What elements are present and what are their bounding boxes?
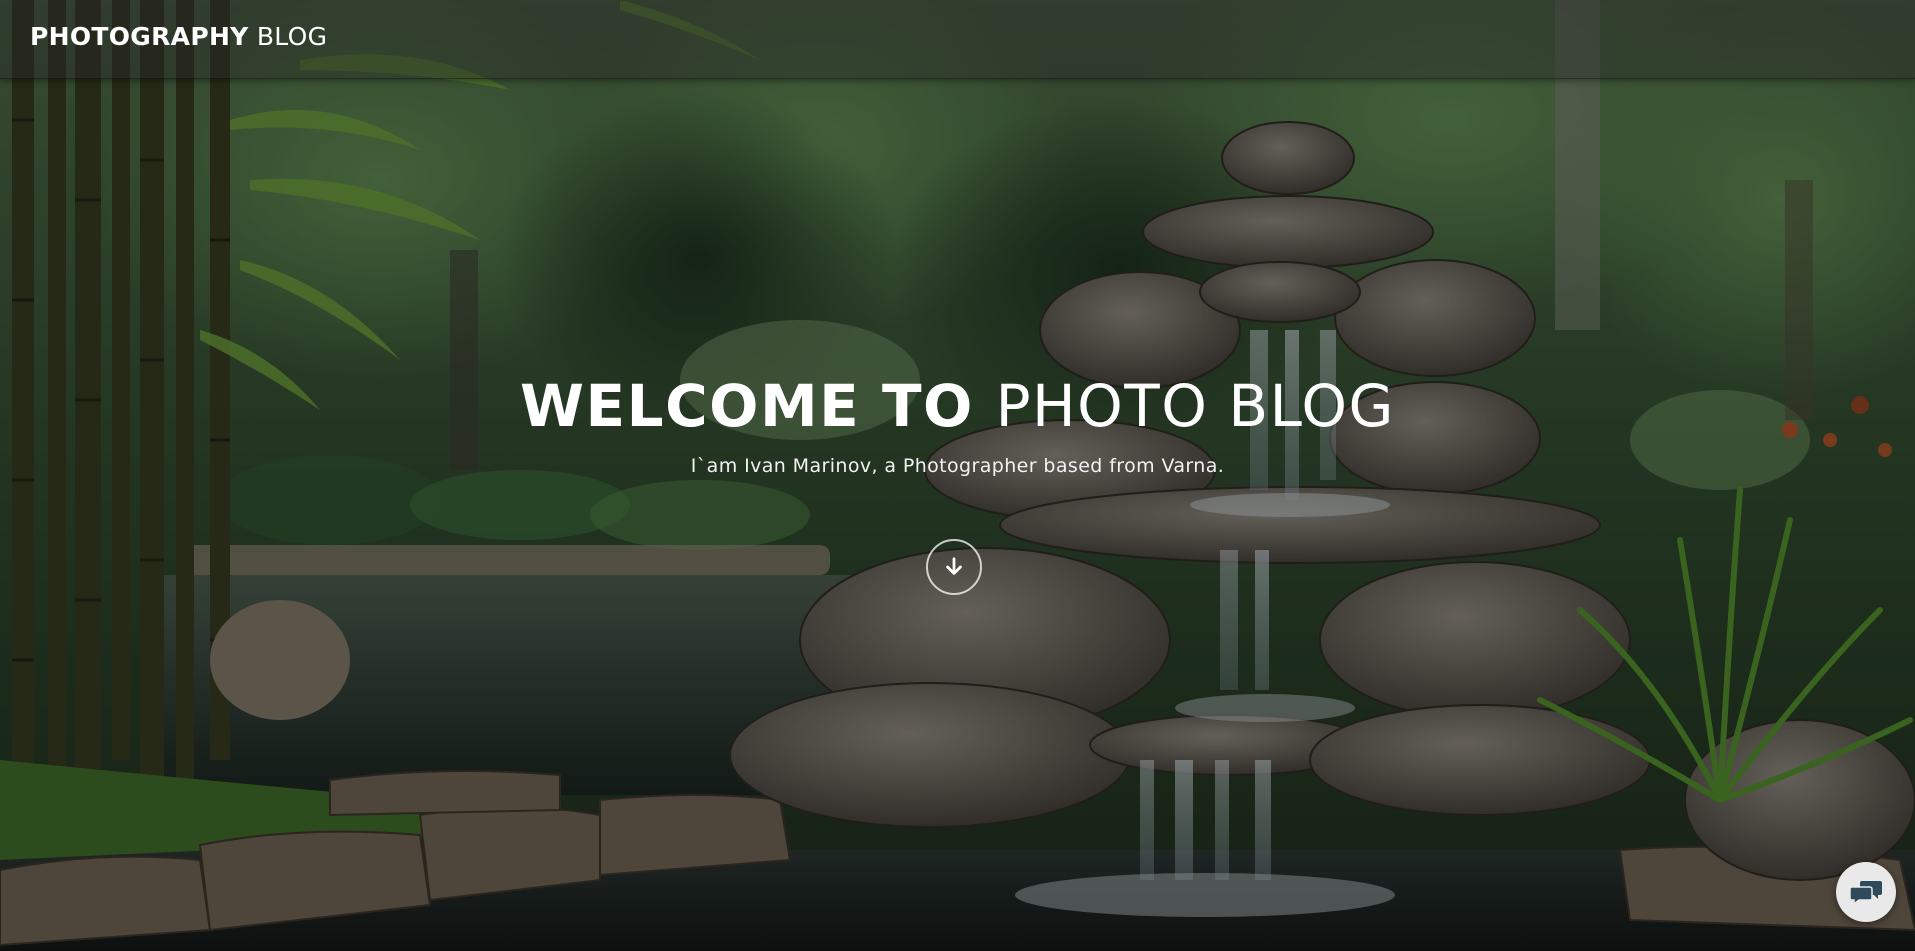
brand-light-text: BLOG	[256, 22, 328, 51]
hero-title-bold: WELCOME TO	[520, 372, 974, 440]
site-logo-link[interactable]: PHOTOGRAPHY BLOG	[30, 22, 327, 51]
scroll-down-button[interactable]	[926, 539, 982, 595]
brand-bold-text: PHOTOGRAPHY	[30, 22, 249, 51]
hero-subtitle: I`am Ivan Marinov, a Photographer based …	[690, 455, 1225, 477]
chat-button[interactable]	[1836, 862, 1896, 922]
chat-bubbles-icon	[1849, 881, 1882, 906]
hero-title: WELCOME TO PHOTO BLOG	[0, 372, 1915, 440]
hero-section: PHOTOGRAPHY BLOG WELCOME TO PHOTO BLOG I…	[0, 0, 1915, 951]
arrow-down-icon	[946, 557, 962, 575]
hero-title-light: PHOTO BLOG	[995, 372, 1395, 440]
top-navbar: PHOTOGRAPHY BLOG	[0, 0, 1915, 79]
